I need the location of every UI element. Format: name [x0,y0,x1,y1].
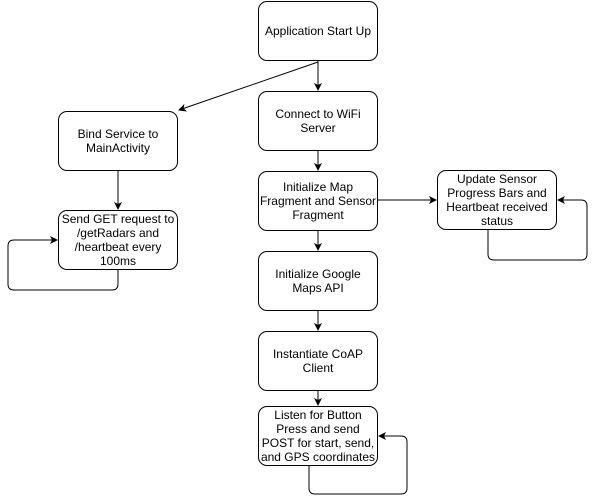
flowchart: Application Start Up Connect to WiFi Ser… [0,0,595,504]
node-update-sensor-progress: Update Sensor Progress Bars and Heartbea… [437,170,557,230]
node-send-get-request: Send GET request to /getRadars and /hear… [58,210,178,270]
node-listen-button-press: Listen for Button Press and send POST fo… [258,406,378,466]
node-initialize-google-maps: Initialize Google Maps API [258,251,378,311]
node-connect-wifi: Connect to WiFi Server [258,91,378,151]
node-application-start-up: Application Start Up [258,1,378,61]
node-initialize-map-fragment: Initialize Map Fragment and Sensor Fragm… [258,171,378,231]
node-bind-service: Bind Service to MainActivity [58,111,178,171]
node-instantiate-coap: Instantiate CoAP Client [258,331,378,391]
